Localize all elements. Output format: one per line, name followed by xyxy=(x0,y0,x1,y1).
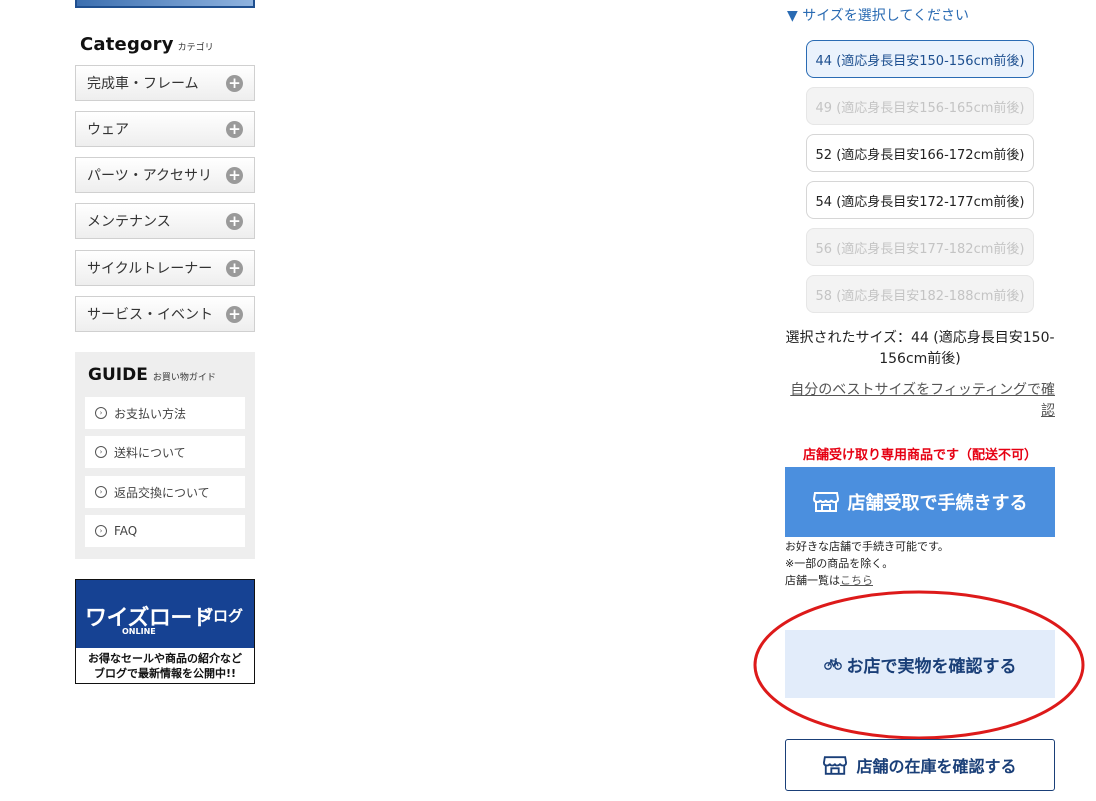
bicycle-icon xyxy=(823,658,842,670)
pickup-note-line2: ※一部の商品を除く。 xyxy=(785,557,894,570)
fitting-link-line1: 自分のベストサイズをフィッティングで確 xyxy=(790,382,1055,398)
blog-banner-sub: ONLINE xyxy=(122,627,156,636)
category-item-wear[interactable]: ウェア + xyxy=(75,111,255,147)
store-icon xyxy=(823,755,848,775)
store-stock-button[interactable]: 店舗の在庫を確認する xyxy=(785,739,1055,791)
fitting-link[interactable]: 自分のベストサイズをフィッティングで確 認 xyxy=(785,380,1055,422)
guide-item-label: お支払い方法 xyxy=(114,406,187,421)
store-pickup-note: お好きな店舗で手続き可能です。 ※一部の商品を除く。 店舗一覧はこちら xyxy=(785,538,949,589)
category-item-maintenance[interactable]: メンテナンス + xyxy=(75,203,255,239)
size-option-52[interactable]: 52 (適応身長目安166-172cm前後) xyxy=(806,134,1034,172)
selected-size-text: 選択されたサイズ：44 (適応身長目安150- 156cm前後) xyxy=(785,328,1055,370)
category-heading: Category カテゴリ xyxy=(80,34,214,58)
guide-heading-ja: お買い物ガイド xyxy=(152,373,216,383)
blog-banner-line2: ブログで最新情報を公開中!! xyxy=(93,667,237,680)
circle-arrow-icon: › xyxy=(95,446,107,458)
category-item-complete-bike[interactable]: 完成車・フレーム + xyxy=(75,65,255,101)
plus-icon[interactable]: + xyxy=(226,260,243,277)
store-icon xyxy=(812,492,839,512)
category-item-service[interactable]: サービス・イベント + xyxy=(75,296,255,332)
category-heading-ja: カテゴリ xyxy=(177,43,214,53)
category-item-label: メンテナンス xyxy=(87,214,171,230)
selected-size-line2: 156cm前後) xyxy=(879,351,961,367)
plus-icon[interactable]: + xyxy=(226,213,243,230)
circle-arrow-icon: › xyxy=(95,407,107,419)
guide-item-label: 返品交換について xyxy=(114,485,210,500)
category-item-label: パーツ・アクセサリ xyxy=(87,168,213,184)
size-select-heading: ▼ サイズを選択してください xyxy=(787,8,969,24)
pickup-note-line1: お好きな店舗で手続き可能です。 xyxy=(785,540,949,553)
plus-icon[interactable]: + xyxy=(226,75,243,92)
guide-item-shipping[interactable]: › 送料について xyxy=(85,436,245,468)
guide-box: GUIDE お買い物ガイド › お支払い方法 › 送料について › 返品交換につい… xyxy=(75,352,255,559)
store-pickup-only-notice: 店舗受け取り専用商品です（配送不可） xyxy=(802,448,1037,463)
pickup-note-prefix: 店舗一覧は xyxy=(785,574,840,587)
top-banner-image[interactable] xyxy=(75,0,255,8)
circle-arrow-icon: › xyxy=(95,525,107,537)
category-item-label: サービス・イベント xyxy=(87,307,213,323)
category-heading-en: Category xyxy=(80,34,174,55)
guide-item-payment[interactable]: › お支払い方法 xyxy=(85,397,245,429)
guide-item-returns[interactable]: › 返品交換について xyxy=(85,476,245,508)
category-item-label: ウェア xyxy=(87,122,129,138)
blog-banner[interactable]: ワイズロード ブログ ONLINE お得なセールや商品の紹介など ブログで最新情… xyxy=(75,579,255,684)
category-item-parts[interactable]: パーツ・アクセサリ + xyxy=(75,157,255,193)
store-pickup-button[interactable]: 店舗受取で手続きする xyxy=(785,467,1055,537)
guide-item-label: FAQ xyxy=(114,524,138,538)
blog-banner-logo-suffix: ブログ xyxy=(198,607,244,625)
check-in-store-button[interactable]: お店で実物を確認する xyxy=(785,630,1055,698)
size-option-58: 58 (適応身長目安182-188cm前後) xyxy=(806,275,1034,313)
store-list-link[interactable]: こちら xyxy=(840,574,873,587)
size-option-56: 56 (適応身長目安177-182cm前後) xyxy=(806,228,1034,266)
guide-heading: GUIDE お買い物ガイド xyxy=(88,365,216,385)
store-pickup-button-label: 店舗受取で手続きする xyxy=(847,493,1028,514)
selected-size-line1: 選択されたサイズ：44 (適応身長目安150- xyxy=(785,330,1055,346)
guide-item-label: 送料について xyxy=(114,445,186,460)
plus-icon[interactable]: + xyxy=(226,167,243,184)
category-item-trainer[interactable]: サイクルトレーナー + xyxy=(75,250,255,286)
size-option-44[interactable]: 44 (適応身長目安150-156cm前後) xyxy=(806,40,1034,78)
blog-banner-text: お得なセールや商品の紹介など ブログで最新情報を公開中!! xyxy=(76,648,254,683)
blog-banner-top: ワイズロード ブログ ONLINE xyxy=(76,580,254,648)
pickup-note-line3: 店舗一覧はこちら xyxy=(785,572,949,589)
plus-icon[interactable]: + xyxy=(226,306,243,323)
category-item-label: サイクルトレーナー xyxy=(87,261,213,277)
plus-icon[interactable]: + xyxy=(226,121,243,138)
store-stock-button-label: 店舗の在庫を確認する xyxy=(856,757,1017,776)
guide-heading-en: GUIDE xyxy=(88,365,148,385)
guide-item-faq[interactable]: › FAQ xyxy=(85,515,245,547)
blog-banner-line1: お得なセールや商品の紹介など xyxy=(88,652,242,665)
circle-arrow-icon: › xyxy=(95,486,107,498)
fitting-link-line2: 認 xyxy=(1041,403,1055,419)
size-option-49: 49 (適応身長目安156-165cm前後) xyxy=(806,87,1034,125)
size-option-54[interactable]: 54 (適応身長目安172-177cm前後) xyxy=(806,181,1034,219)
category-item-label: 完成車・フレーム xyxy=(87,76,199,92)
check-in-store-button-label: お店で実物を確認する xyxy=(846,656,1017,677)
